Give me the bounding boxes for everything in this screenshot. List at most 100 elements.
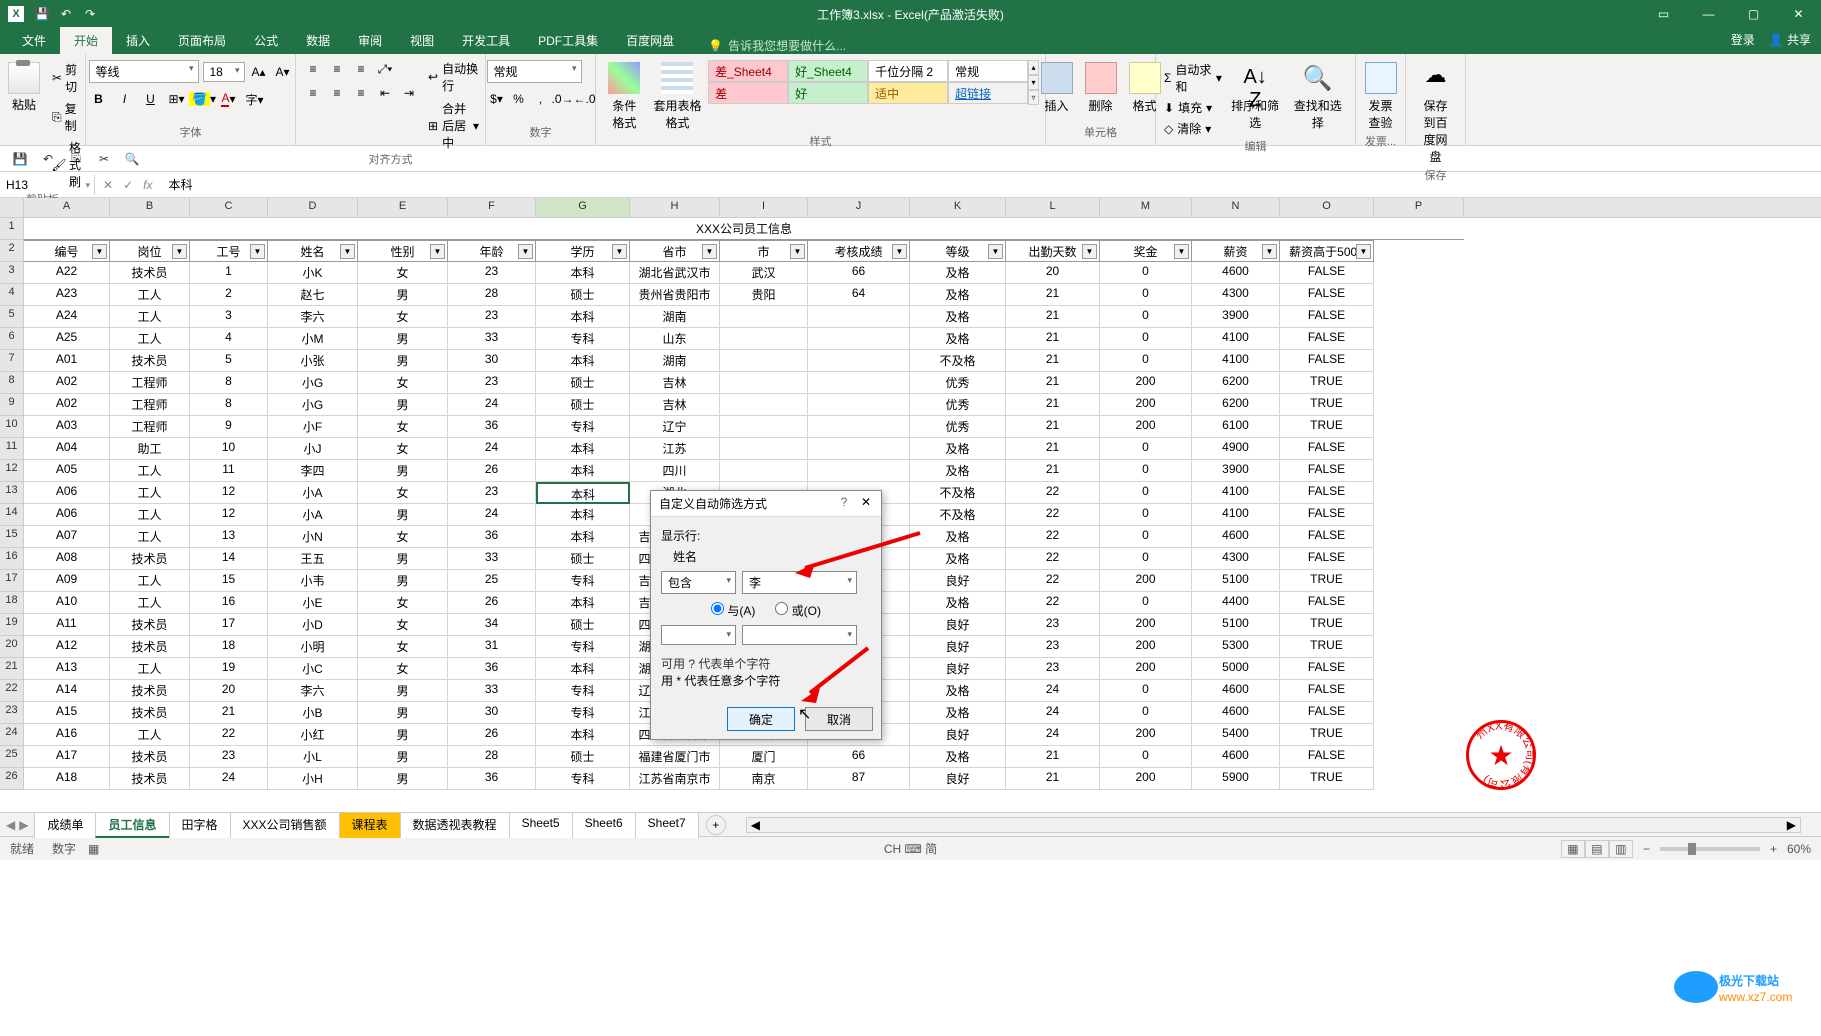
cut-button[interactable]: ✂剪切 — [50, 60, 83, 96]
qat-undo-icon[interactable]: ↶ — [56, 4, 76, 24]
cell[interactable]: 200 — [1100, 614, 1192, 636]
cell[interactable]: 23 — [190, 746, 268, 768]
cell[interactable]: 小K — [268, 262, 358, 284]
cell[interactable]: 工程师 — [110, 372, 190, 394]
sheet-tab-7[interactable]: Sheet6 — [572, 812, 636, 838]
cell[interactable] — [720, 306, 808, 328]
cell[interactable]: 4400 — [1192, 592, 1280, 614]
cell[interactable]: 专科 — [536, 680, 630, 702]
cell[interactable]: 不及格 — [910, 350, 1006, 372]
cell[interactable]: 工程师 — [110, 394, 190, 416]
cell[interactable]: 及格 — [910, 460, 1006, 482]
col-header-F[interactable]: F — [448, 198, 536, 217]
cell[interactable]: A06 — [24, 482, 110, 504]
cell[interactable]: 山东 — [630, 328, 720, 350]
cell[interactable]: 5400 — [1192, 724, 1280, 746]
delete-cells-button[interactable]: 删除 — [1079, 60, 1123, 116]
cell[interactable]: 王五 — [268, 548, 358, 570]
cell[interactable]: 19 — [190, 658, 268, 680]
style-thousand[interactable]: 千位分隔 2 — [868, 60, 948, 82]
maximize-icon[interactable]: ▢ — [1731, 0, 1776, 28]
filter-dropdown-1[interactable]: ▼ — [172, 244, 187, 259]
cell[interactable]: 硕士 — [536, 372, 630, 394]
cell[interactable]: 及格 — [910, 328, 1006, 350]
tab-baidu[interactable]: 百度网盘 — [612, 27, 688, 54]
conditional-format-button[interactable]: 条件格式 — [602, 60, 647, 133]
cell[interactable]: 男 — [358, 702, 448, 724]
cell[interactable]: 硕士 — [536, 548, 630, 570]
cell[interactable]: FALSE — [1280, 592, 1374, 614]
cell[interactable]: 专科 — [536, 416, 630, 438]
col-header-I[interactable]: I — [720, 198, 808, 217]
cell[interactable] — [720, 416, 808, 438]
cell[interactable]: 小A — [268, 504, 358, 526]
cell[interactable]: 本科 — [536, 482, 630, 504]
cell[interactable]: 小B — [268, 702, 358, 724]
cell[interactable]: 33 — [448, 328, 536, 350]
col-header-G[interactable]: G — [536, 198, 630, 217]
cell[interactable]: 小张 — [268, 350, 358, 372]
cell[interactable]: 0 — [1100, 746, 1192, 768]
radio-or[interactable]: 或(O) — [775, 602, 821, 619]
normal-view-icon[interactable]: ▦ — [1561, 840, 1585, 858]
column-header[interactable]: 工号▼ — [190, 240, 268, 262]
sheet-tab-8[interactable]: Sheet7 — [635, 812, 699, 838]
cell[interactable]: A02 — [24, 372, 110, 394]
cell[interactable] — [720, 438, 808, 460]
filter-dropdown-6[interactable]: ▼ — [612, 244, 627, 259]
status-record-icon[interactable]: ▦ — [88, 842, 99, 856]
tab-review[interactable]: 审阅 — [344, 27, 396, 54]
cell[interactable]: 技术员 — [110, 702, 190, 724]
cell[interactable]: 200 — [1100, 768, 1192, 790]
cell[interactable]: TRUE — [1280, 768, 1374, 790]
cell[interactable]: 男 — [358, 680, 448, 702]
sheet-tab-1[interactable]: 员工信息 — [95, 812, 169, 838]
cell[interactable]: 优秀 — [910, 372, 1006, 394]
cell[interactable]: 及格 — [910, 306, 1006, 328]
cell[interactable]: 优秀 — [910, 416, 1006, 438]
sheet-tab-2[interactable]: 田字格 — [169, 812, 231, 838]
cell[interactable]: FALSE — [1280, 504, 1374, 526]
cell[interactable]: 5000 — [1192, 658, 1280, 680]
cell[interactable] — [808, 394, 910, 416]
align-bottom-icon[interactable]: ≡ — [350, 60, 372, 78]
cell[interactable]: 本科 — [536, 438, 630, 460]
cell[interactable]: 23 — [448, 262, 536, 284]
login-link[interactable]: 登录 — [1731, 31, 1755, 48]
qa-search-icon[interactable]: 🔍 — [120, 148, 144, 170]
cell[interactable]: 男 — [358, 768, 448, 790]
font-name-combo[interactable]: 等线 — [89, 60, 199, 83]
cell[interactable]: 李六 — [268, 680, 358, 702]
cell[interactable]: 22 — [190, 724, 268, 746]
tab-formula[interactable]: 公式 — [240, 27, 292, 54]
cell[interactable]: 本科 — [536, 504, 630, 526]
sheet-tab-6[interactable]: Sheet5 — [509, 812, 573, 838]
cell[interactable]: 64 — [808, 284, 910, 306]
style-good[interactable]: 好 — [788, 82, 868, 104]
cell[interactable]: 12 — [190, 482, 268, 504]
align-right-icon[interactable]: ≡ — [350, 84, 372, 102]
row-header-7[interactable]: 7 — [0, 350, 24, 372]
style-hyperlink[interactable]: 超链接 — [948, 82, 1028, 104]
cell[interactable]: 专科 — [536, 636, 630, 658]
row-header-2[interactable]: 2 — [0, 240, 24, 262]
merge-center-button[interactable]: ⊞合并后居中 ▾ — [428, 100, 479, 151]
cell[interactable]: A10 — [24, 592, 110, 614]
cell[interactable]: 厦门 — [720, 746, 808, 768]
cell[interactable]: 小韦 — [268, 570, 358, 592]
cell[interactable] — [808, 416, 910, 438]
column-header[interactable]: 岗位▼ — [110, 240, 190, 262]
tab-data[interactable]: 数据 — [292, 27, 344, 54]
cell[interactable]: 男 — [358, 328, 448, 350]
ok-button[interactable]: 确定 — [727, 707, 795, 731]
cell[interactable]: TRUE — [1280, 394, 1374, 416]
cell[interactable]: A15 — [24, 702, 110, 724]
cell[interactable]: 本科 — [536, 724, 630, 746]
cell[interactable]: A13 — [24, 658, 110, 680]
cell[interactable]: FALSE — [1280, 482, 1374, 504]
cell[interactable]: 0 — [1100, 284, 1192, 306]
cell[interactable]: 36 — [448, 768, 536, 790]
row-header-8[interactable]: 8 — [0, 372, 24, 394]
cell[interactable]: A25 — [24, 328, 110, 350]
cell[interactable]: 小明 — [268, 636, 358, 658]
